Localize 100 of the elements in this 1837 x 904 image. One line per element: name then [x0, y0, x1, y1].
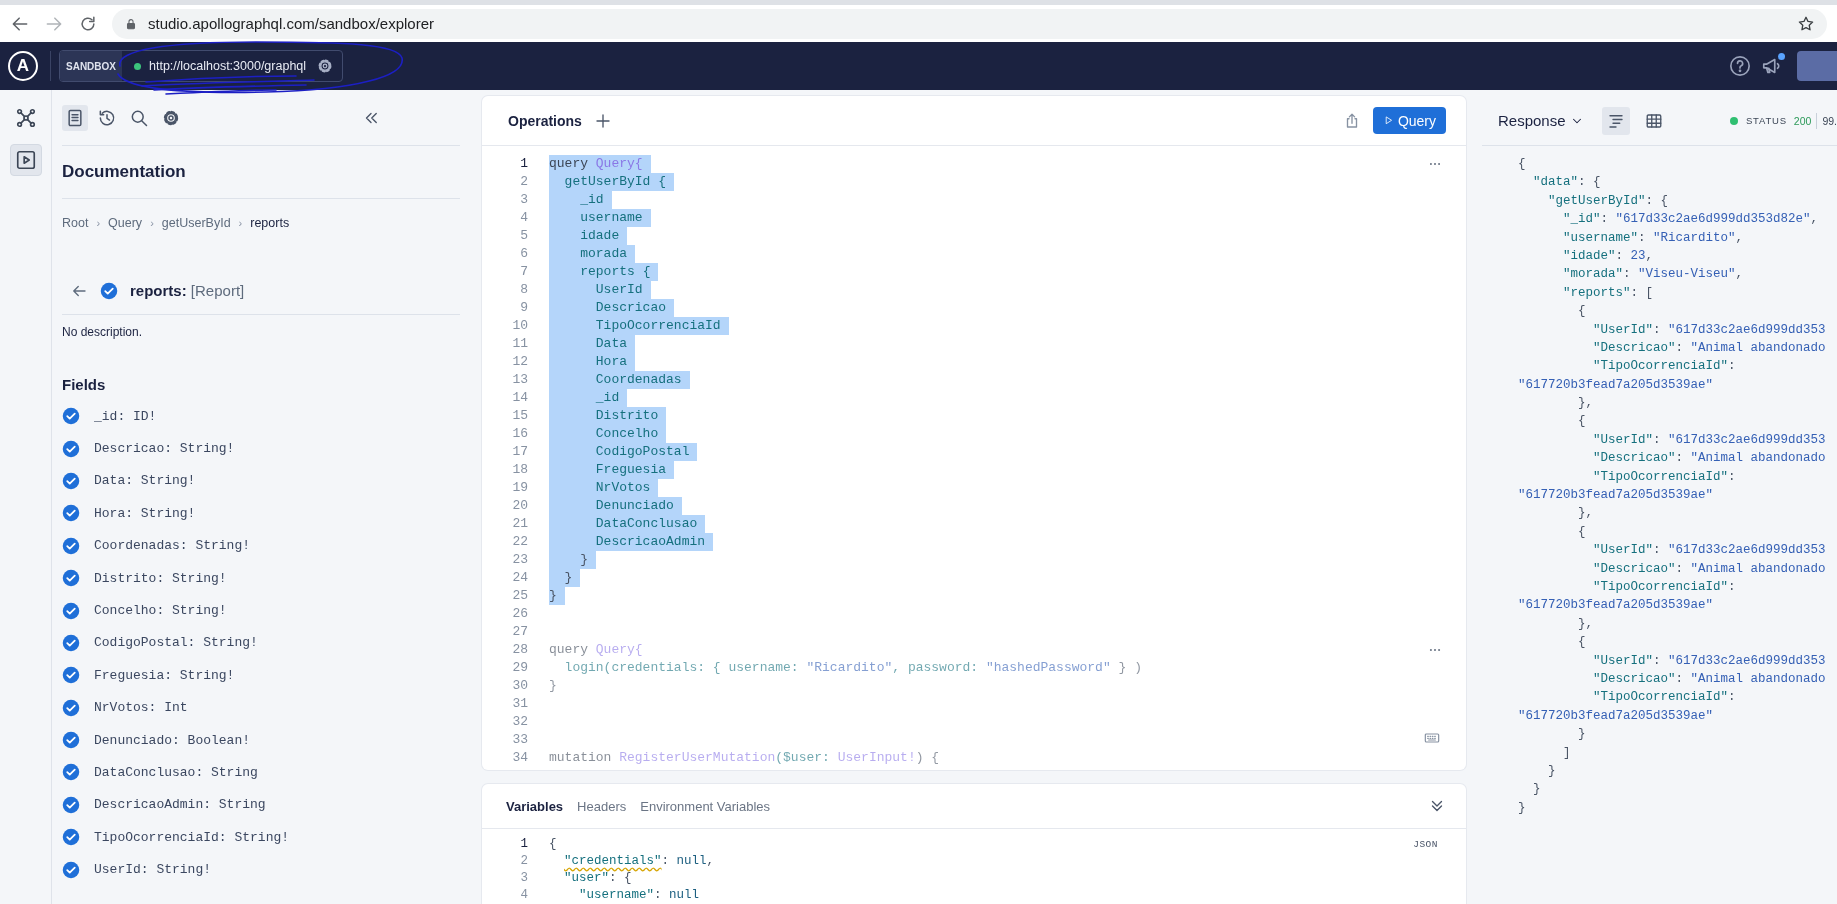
format-label: JSON — [1413, 839, 1438, 850]
line-number: 28 — [511, 641, 528, 659]
code-line: "Descricao": "Animal abandonado — [1592, 560, 1827, 578]
code-line: "user": { — [563, 870, 632, 887]
code-line: { — [1577, 303, 1587, 321]
field-label[interactable]: DataConclusao: String — [94, 765, 258, 780]
code-line: "Descricao": "Animal abandonado — [1592, 670, 1827, 688]
code-line: "Descricao": "Animal abandonado — [1592, 450, 1827, 468]
code-line: } — [1518, 799, 1527, 817]
line-number: 11 — [511, 335, 528, 353]
line-number: 14 — [511, 389, 528, 407]
field-label[interactable]: Concelho: String! — [94, 603, 227, 619]
line-number: 18 — [511, 461, 528, 479]
field-label[interactable]: NrVotos: Int — [94, 700, 188, 716]
code-line: login(credentials: { username: "Ricardito", password: "hashedPassword" } ) — [563, 659, 1143, 677]
field-label[interactable]: CodigoPostal: String! — [94, 635, 258, 651]
code-line: "617720b3fead7a205d3539ae" — [1518, 487, 1715, 505]
code-line: mutation RegisterUserMutation($user: UserInput!) { — [549, 749, 941, 767]
panel-tab[interactable]: Headers — [577, 798, 627, 814]
code-line: "credentials": null, — [563, 853, 715, 870]
sandbox-label: SANDBOX — [60, 51, 122, 81]
view-toggle-button[interactable] — [1601, 106, 1630, 135]
type-heading: reports: [Report] — [130, 282, 245, 299]
line-number: 3 — [519, 191, 528, 209]
line-number: 1 — [519, 155, 528, 173]
code-line: } — [1547, 762, 1557, 780]
code-line: "617720b3fead7a205d3539ae" — [1518, 376, 1715, 394]
code-line: ] — [1562, 744, 1572, 762]
endpoint-selector[interactable]: SANDBOX http://localhost:3000/graphql — [59, 50, 344, 82]
code-line: { — [549, 836, 557, 853]
url-text: studio.apollographql.com/sandbox/explorer — [148, 15, 434, 32]
breadcrumb-link[interactable]: getUserById — [161, 216, 231, 230]
breadcrumb-link[interactable]: Root — [62, 216, 89, 230]
code-line: } — [549, 677, 558, 695]
line-number: 5 — [519, 227, 528, 245]
field-label[interactable]: UserId: String! — [94, 862, 212, 878]
line-number: 23 — [511, 551, 528, 569]
help-icon[interactable] — [1729, 55, 1751, 77]
code-line: "Descricao": "Animal abandonado — [1592, 339, 1827, 357]
line-number: 19 — [511, 479, 528, 497]
response-time: 99. — [1822, 114, 1837, 127]
line-number: 16 — [511, 425, 528, 443]
field-label[interactable]: Distrito: String! — [94, 570, 227, 586]
panel-title: Documentation — [62, 162, 186, 182]
field-label[interactable]: DescricaoAdmin: String — [94, 797, 266, 813]
response-dropdown[interactable]: Response — [1498, 112, 1584, 129]
code-line: "TipoOcorrenciaId": — [1592, 579, 1737, 596]
bookmark-star-icon[interactable] — [1797, 14, 1815, 33]
code-line: "_id": "617d33c2ae6d999dd353d82e", — [1562, 211, 1820, 229]
logo: A — [8, 51, 38, 81]
breadcrumb-link[interactable]: Query — [108, 216, 143, 230]
field-label[interactable]: Descricao: String! — [94, 441, 235, 457]
line-number: 30 — [511, 677, 528, 695]
keyboard-icon[interactable] — [1422, 730, 1442, 746]
code-line: "idade": 23, — [1562, 247, 1655, 265]
panel-tab[interactable]: Variables — [506, 798, 564, 814]
field-label[interactable]: Hora: String! — [94, 505, 196, 521]
line-number: 13 — [511, 371, 528, 389]
field-label[interactable]: TipoOcorrenciaId: String! — [94, 829, 290, 845]
add-icon[interactable] — [593, 111, 612, 130]
panel-tab[interactable]: Environment Variables — [640, 798, 771, 814]
address-bar[interactable]: studio.apollographql.com/sandbox/explorer — [112, 8, 1827, 39]
endpoint-url: http://localhost:3000/graphql — [149, 59, 307, 73]
line-number: 20 — [511, 497, 528, 515]
line-number: 31 — [511, 695, 528, 713]
run-query-button[interactable]: Query — [1372, 107, 1446, 134]
field-label[interactable]: Data: String! — [94, 473, 196, 489]
play-icon — [14, 149, 37, 171]
schema-icon — [14, 107, 37, 129]
line-number: 2 — [519, 853, 528, 870]
code-line: "morada": "Viseu-Viseu", — [1562, 266, 1745, 284]
code-line: } — [1532, 781, 1542, 799]
breadcrumb-separator: › — [238, 217, 243, 229]
lock-icon — [124, 16, 138, 31]
line-number: 34 — [511, 749, 528, 767]
code-line: "TipoOcorrenciaId": — [1592, 689, 1737, 707]
code-line: "data": { — [1532, 174, 1602, 192]
line-number: 4 — [519, 887, 528, 904]
field-label[interactable]: Coordenadas: String! — [94, 538, 251, 554]
line-number: 26 — [511, 605, 528, 623]
code-line: "username": null — [578, 887, 700, 904]
code-line: { — [1518, 156, 1527, 173]
rail-button[interactable] — [9, 144, 42, 176]
breadcrumb-separator: › — [150, 217, 154, 229]
field-label[interactable]: Freguesia: String! — [94, 667, 235, 683]
line-number: 25 — [511, 587, 528, 605]
field-label[interactable]: _id: ID! — [94, 408, 157, 424]
breadcrumb-link[interactable]: reports — [250, 216, 290, 230]
line-number: 21 — [511, 515, 528, 533]
code-line: } — [1577, 726, 1587, 744]
code-line: }, — [1577, 615, 1595, 633]
code-line: "getUserById": { — [1547, 192, 1670, 210]
table-view-icon — [1644, 111, 1663, 130]
docs-tool-button[interactable] — [62, 104, 88, 131]
status-label: STATUS — [1746, 115, 1787, 126]
code-line: "UserId": "617d33c2ae6d999dd353 — [1592, 321, 1827, 339]
code-line: "617720b3fead7a205d3539ae" — [1518, 597, 1715, 615]
code-line: }, — [1577, 395, 1595, 413]
code-line: "617720b3fead7a205d3539ae" — [1518, 707, 1715, 725]
field-label[interactable]: Denunciado: Boolean! — [94, 732, 251, 748]
